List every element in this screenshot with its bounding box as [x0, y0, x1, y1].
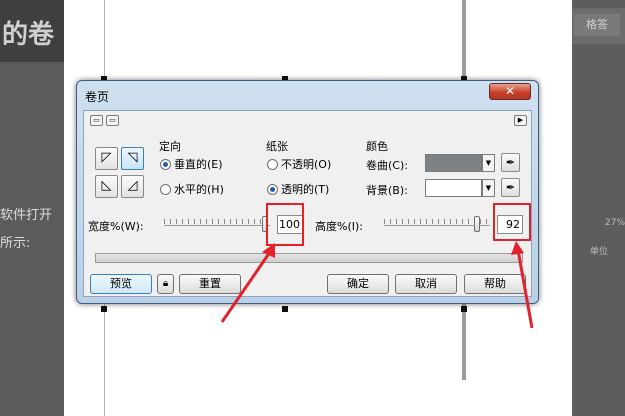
annotation-arrows [220, 241, 534, 329]
annotation-arrow-group [220, 241, 534, 329]
annotation-arrow-height [516, 249, 534, 329]
annotation-arrowhead-height [511, 241, 524, 255]
annotation-arrow-width [220, 251, 272, 323]
